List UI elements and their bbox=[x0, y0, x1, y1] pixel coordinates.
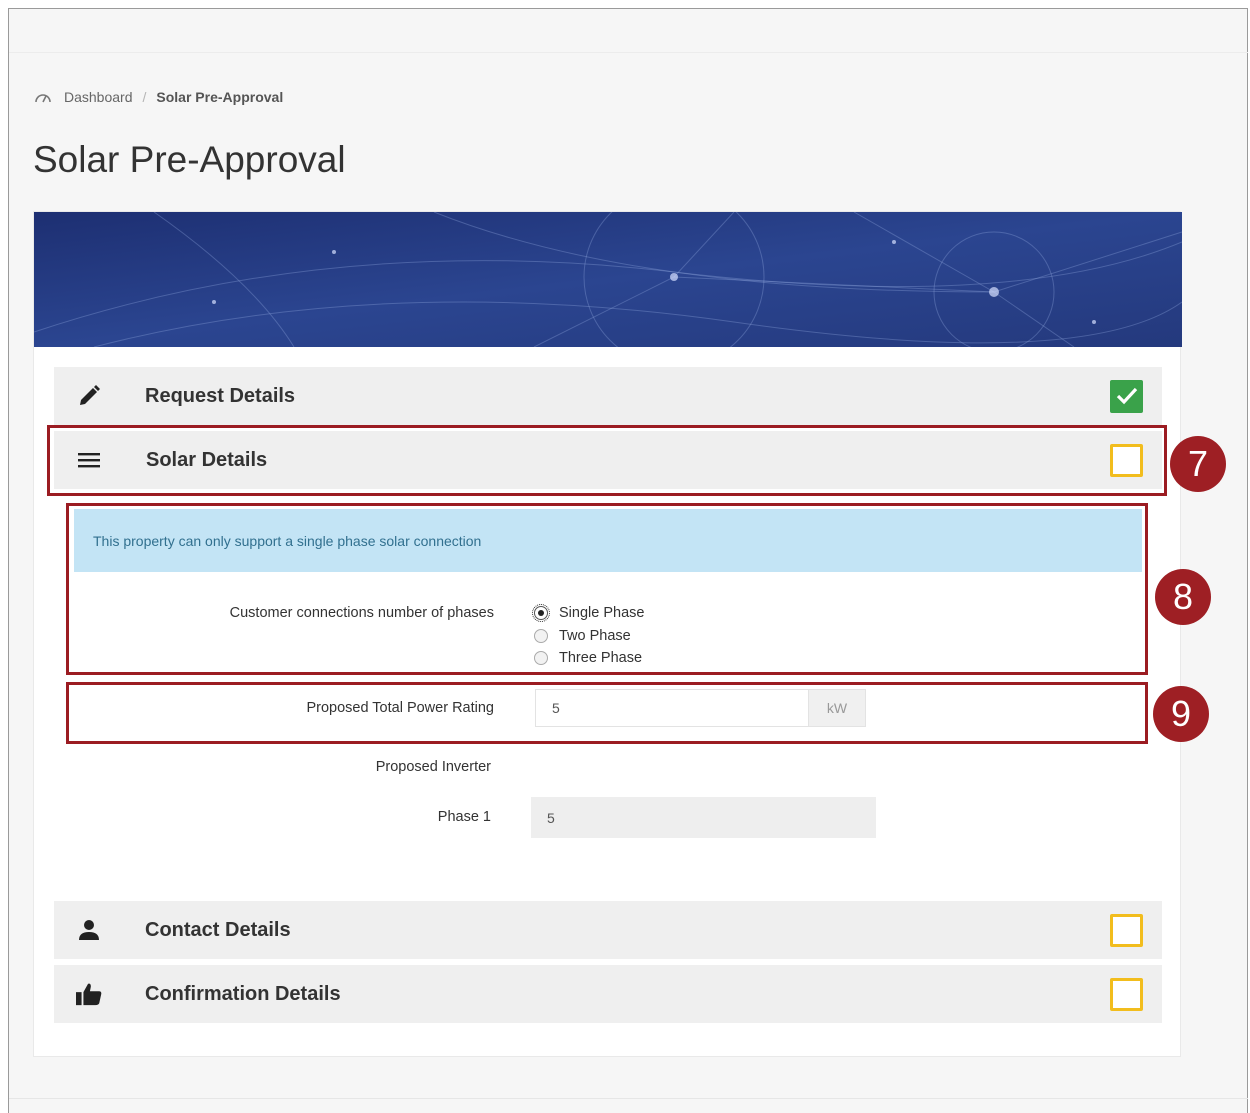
phase-1-label: Phase 1 bbox=[437, 809, 491, 825]
pencil-icon bbox=[76, 383, 102, 409]
footer-divider bbox=[9, 1098, 1248, 1099]
highlight-box-9 bbox=[66, 682, 1148, 744]
annotation-badge-9: 9 bbox=[1153, 686, 1209, 742]
check-icon bbox=[1110, 379, 1143, 413]
incomplete-status-icon bbox=[1110, 913, 1143, 947]
page-title: Solar Pre-Approval bbox=[33, 139, 346, 180]
incomplete-status-icon bbox=[1110, 977, 1143, 1011]
proposed-inverter-label: Proposed Inverter bbox=[375, 759, 491, 775]
step-label: Confirmation Details bbox=[145, 982, 341, 1005]
breadcrumb-dashboard-link[interactable]: Dashboard bbox=[64, 89, 133, 105]
annotation-badge-8: 8 bbox=[1155, 569, 1211, 625]
user-icon bbox=[76, 917, 102, 943]
step-request-details[interactable]: Request Details bbox=[54, 367, 1162, 425]
annotation-badge-7: 7 bbox=[1170, 436, 1226, 492]
thumbs-up-icon bbox=[76, 981, 102, 1007]
phase-1-field: 5 bbox=[531, 797, 876, 838]
breadcrumb: Dashboard / Solar Pre-Approval bbox=[34, 89, 283, 105]
step-label: Contact Details bbox=[145, 918, 291, 941]
step-label: Request Details bbox=[145, 384, 296, 407]
breadcrumb-current: Solar Pre-Approval bbox=[156, 89, 284, 105]
banner-image bbox=[34, 212, 1182, 347]
header-divider bbox=[9, 52, 1248, 53]
dashboard-icon bbox=[35, 94, 51, 103]
step-confirmation-details[interactable]: Confirmation Details bbox=[54, 965, 1162, 1023]
step-contact-details[interactable]: Contact Details bbox=[54, 901, 1162, 959]
highlight-box-7 bbox=[47, 425, 1167, 496]
breadcrumb-separator: / bbox=[142, 89, 147, 105]
highlight-box-8 bbox=[66, 503, 1148, 675]
